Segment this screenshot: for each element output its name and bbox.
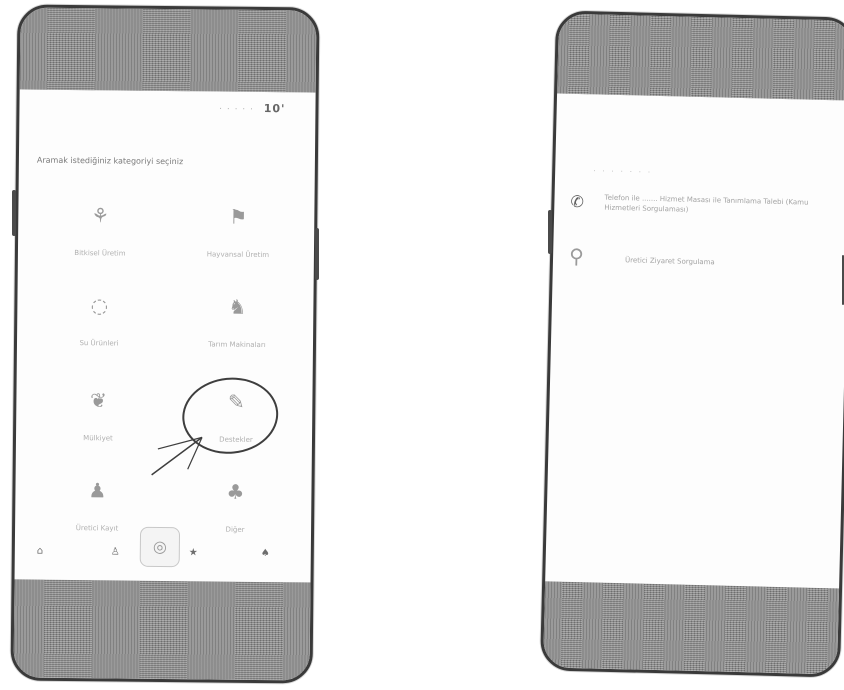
center-icon: ◎ [152,536,167,557]
flag-icon: ⚑ [229,204,248,229]
status-time: · · · · · [219,104,254,115]
star-icon[interactable]: ★ [189,547,198,558]
bottom-navigation: ⌂ ♙ ◎ ★ ♠ [15,521,312,574]
status-bar-area [19,7,317,93]
location-person-icon: ⚲ [568,243,585,269]
category-label: Bitkisel Üretim [74,249,126,258]
leaf-icon: ❦ [89,388,107,413]
status-row: · · · · · 10' [219,102,286,116]
category-tile[interactable]: ❦ Mülkiyet [38,388,159,443]
screen-title: · · · · · · · [593,166,653,177]
category-tile[interactable]: ⚑ Hayvansal Üretim [178,204,299,259]
category-grid: ⚘ Bitkisel Üretim ⚑ Hayvansal Üretim ◌ S… [18,202,314,534]
list-item[interactable]: ✆ Telefon ile ....... Hizmet Masası ile … [570,192,841,225]
category-label: Tarım Makinaları [208,340,266,350]
navigation-bar-area [543,581,840,675]
wheat-icon: ⚘ [91,203,110,228]
people-icon: ♟ [88,478,107,503]
category-tile[interactable]: ⚘ Bitkisel Üretim [40,203,161,258]
category-tile[interactable]: ♞ Tarım Makinaları [177,294,298,349]
list-item-label: Üretici Ziyaret Sorgulama [624,256,715,267]
center-action-button[interactable]: ◎ [139,526,181,568]
tractor-icon: ♞ [228,294,247,319]
category-prompt: Aramak istediğiniz kategoriyi seçiniz [36,155,184,167]
plant-icon: ♣ [226,479,245,504]
left-phone-screen: · · · · · 10' Aramak istediğiniz kategor… [10,4,320,684]
volume-button [12,190,16,236]
navigation-bar-area [13,579,311,681]
status-bar-area [557,13,844,101]
volume-button [548,210,552,254]
tree-icon[interactable]: ♠ [261,548,270,559]
signal-icon: 10' [263,102,286,116]
phone-off-icon: ✆ [570,191,585,212]
right-phone-screen: · · · · · · · ✆ Telefon ile ....... Hizm… [539,10,844,678]
category-tile[interactable]: ◌ Su Ürünleri [39,293,160,348]
power-button [315,228,319,280]
category-label: Su Ürünleri [79,339,119,348]
category-label: Mülkiyet [83,434,113,443]
category-label: Hayvansal Üretim [206,250,270,260]
user-icon[interactable]: ♙ [111,546,120,557]
arrow-annotation [151,436,203,476]
fish-icon: ◌ [90,293,109,318]
list-item-label: Telefon ile ....... Hizmet Masası ile Ta… [604,193,809,214]
list-item[interactable]: ⚲ Üretici Ziyaret Sorgulama [569,244,840,281]
home-icon[interactable]: ⌂ [37,546,43,557]
